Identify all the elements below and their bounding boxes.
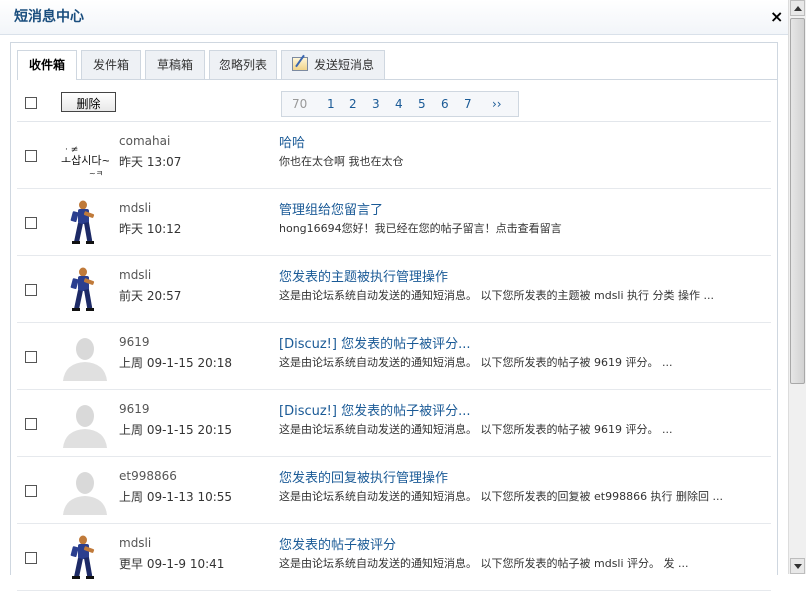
message-row[interactable]: · ≠ ㅗ삽시다~ ~ㅋ comahai 昨天 13:07 哈哈 你也在太仓啊 … xyxy=(17,122,771,189)
message-row[interactable]: mdsli 前天 20:57 您发表的主题被执行管理操作 这是由论坛系统自动发送… xyxy=(17,256,771,323)
message-subject[interactable]: 您发表的帖子被评分 xyxy=(279,534,396,553)
message-preview: 这是由论坛系统自动发送的通知短消息。 以下您所发表的主题被 mdsli 执行 分… xyxy=(279,289,715,302)
page-link-5[interactable]: 5 xyxy=(418,92,426,116)
tab-drafts-label: 草稿箱 xyxy=(156,58,193,72)
message-row[interactable]: et998866 上周 09-1-13 10:55 您发表的回复被执行管理操作 … xyxy=(17,457,771,524)
message-preview: 这是由论坛系统自动发送的通知短消息。 以下您所发表的帖子被 mdsli 评分。 … xyxy=(279,557,689,570)
message-subject[interactable]: 哈哈 xyxy=(279,132,305,151)
message-row[interactable]: mdsli 昨天 10:12 管理组给您留言了 hong16694您好！我已经在… xyxy=(17,189,771,256)
sender-name[interactable]: mdsli xyxy=(119,201,151,215)
page-link-1[interactable]: 1 xyxy=(327,92,335,116)
sender-name[interactable]: 9619 xyxy=(119,402,150,416)
message-row[interactable]: 9619 上周 09-1-15 20:15 [Discuz!] 您发表的帖子被评… xyxy=(17,390,771,457)
tab-send-message[interactable]: 发送短消息 xyxy=(281,50,385,79)
page-total: 70 xyxy=(292,97,308,111)
message-panel: 收件箱 发件箱 草稿箱 忽略列表 发送短消息 删除 70 1 2 3 4 5 6… xyxy=(10,42,778,591)
message-subject[interactable]: 您发表的主题被执行管理操作 xyxy=(279,266,448,285)
message-checkbox[interactable] xyxy=(25,552,37,564)
select-all-checkbox[interactable] xyxy=(25,97,37,109)
tab-outbox-label: 发件箱 xyxy=(92,58,129,72)
handwriting-avatar: · ≠ ㅗ삽시다~ ~ㅋ xyxy=(61,132,111,180)
message-row[interactable]: mdsli 更早 09-1-9 10:41 您发表的帖子被评分 这是由论坛系统自… xyxy=(17,524,771,591)
message-subject[interactable]: 管理组给您留言了 xyxy=(279,199,383,218)
toolbar: 删除 70 1 2 3 4 5 6 7 ›› xyxy=(17,85,771,122)
delete-button[interactable]: 删除 xyxy=(61,92,116,112)
compose-icon xyxy=(291,57,308,71)
message-preview: hong16694您好！我已经在您的帖子留言！点击查看留言 xyxy=(279,222,562,235)
default-avatar xyxy=(61,467,109,515)
tab-drafts[interactable]: 草稿箱 xyxy=(145,50,205,79)
message-preview: 这是由论坛系统自动发送的通知短消息。 以下您所发表的回复被 et998866 执… xyxy=(279,490,724,503)
sender-name[interactable]: mdsli xyxy=(119,536,151,550)
tab-ignore-list[interactable]: 忽略列表 xyxy=(209,50,277,79)
figure-avatar xyxy=(61,266,109,314)
message-time: 上周 09-1-15 20:15 xyxy=(119,423,233,437)
message-time: 昨天 10:12 xyxy=(119,222,182,236)
message-preview: 你也在太仓啊 我也在太仓 xyxy=(279,155,404,168)
message-subject[interactable]: [Discuz!] 您发表的帖子被评分... xyxy=(279,400,471,419)
scroll-up-icon[interactable] xyxy=(790,0,805,16)
message-subject[interactable]: [Discuz!] 您发表的帖子被评分... xyxy=(279,333,471,352)
close-icon[interactable]: × xyxy=(770,9,783,25)
tab-inbox-label: 收件箱 xyxy=(28,58,65,72)
message-time: 昨天 13:07 xyxy=(119,155,182,169)
message-row[interactable]: 9619 上周 09-1-15 20:18 [Discuz!] 您发表的帖子被评… xyxy=(17,323,771,390)
message-checkbox[interactable] xyxy=(25,284,37,296)
message-time: 更早 09-1-9 10:41 xyxy=(119,557,225,571)
sender-name[interactable]: 9619 xyxy=(119,335,150,349)
page-link-2[interactable]: 2 xyxy=(349,92,357,116)
message-checkbox[interactable] xyxy=(25,150,37,162)
message-preview: 这是由论坛系统自动发送的通知短消息。 以下您所发表的帖子被 9619 评分。 .… xyxy=(279,356,673,369)
sender-name[interactable]: comahai xyxy=(119,134,170,148)
default-avatar xyxy=(61,333,109,381)
svg-text:ㅗ삽시다~: ㅗ삽시다~ xyxy=(61,154,109,167)
tab-inbox[interactable]: 收件箱 xyxy=(17,50,77,80)
svg-text:~ㅋ: ~ㅋ xyxy=(89,169,103,178)
pagination: 70 1 2 3 4 5 6 7 ›› xyxy=(281,91,519,117)
tab-bar: 收件箱 发件箱 草稿箱 忽略列表 发送短消息 xyxy=(17,49,777,80)
tab-ignore-list-label: 忽略列表 xyxy=(218,58,267,72)
title-bar: 短消息中心 × xyxy=(0,0,788,35)
page-link-7[interactable]: 7 xyxy=(464,92,472,116)
page-link-4[interactable]: 4 xyxy=(395,92,403,116)
message-checkbox[interactable] xyxy=(25,217,37,229)
page-link-6[interactable]: 6 xyxy=(441,92,449,116)
figure-avatar xyxy=(61,199,109,247)
message-checkbox[interactable] xyxy=(25,485,37,497)
sender-name[interactable]: et998866 xyxy=(119,469,177,483)
vertical-scrollbar[interactable] xyxy=(788,0,806,574)
tab-send-message-label: 发送短消息 xyxy=(313,58,374,72)
message-time: 上周 09-1-15 20:18 xyxy=(119,356,233,370)
scroll-down-icon[interactable] xyxy=(790,558,805,574)
sender-name[interactable]: mdsli xyxy=(119,268,151,282)
window-title: 短消息中心 xyxy=(14,9,84,25)
scrollbar-thumb[interactable] xyxy=(790,18,805,384)
next-page-link[interactable]: ›› xyxy=(492,92,502,116)
page-link-3[interactable]: 3 xyxy=(372,92,380,116)
message-checkbox[interactable] xyxy=(25,418,37,430)
message-preview: 这是由论坛系统自动发送的通知短消息。 以下您所发表的帖子被 9619 评分。 .… xyxy=(279,423,673,436)
default-avatar xyxy=(61,400,109,448)
message-checkbox[interactable] xyxy=(25,351,37,363)
figure-avatar xyxy=(61,534,109,582)
tab-outbox[interactable]: 发件箱 xyxy=(81,50,141,79)
message-subject[interactable]: 您发表的回复被执行管理操作 xyxy=(279,467,448,486)
message-time: 上周 09-1-13 10:55 xyxy=(119,490,233,504)
message-time: 前天 20:57 xyxy=(119,289,182,303)
